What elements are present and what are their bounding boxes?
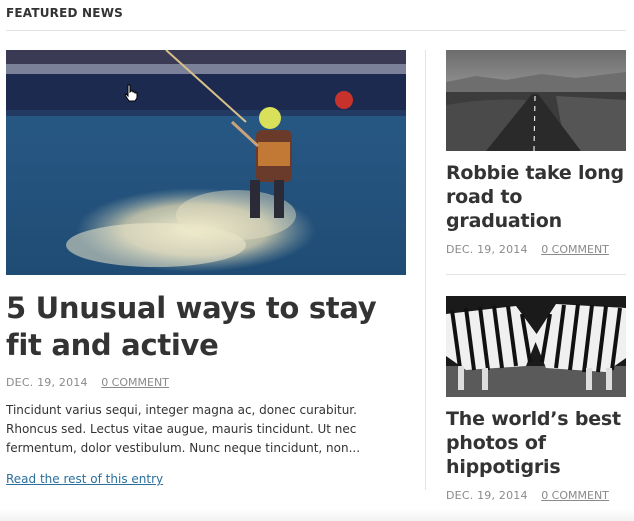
side-article-date: DEC. 19, 2014 xyxy=(446,489,528,502)
read-more-link[interactable]: Read the rest of this entry xyxy=(6,472,163,486)
main-article-title[interactable]: 5 Unusual ways to stay fit and active xyxy=(6,290,406,364)
side-article-comment-link[interactable]: 0 COMMENT xyxy=(541,489,609,502)
side-article-image-zebras[interactable] xyxy=(446,296,626,397)
side-article-meta: DEC. 19, 2014 0 COMMENT xyxy=(446,489,626,502)
main-article: 5 Unusual ways to stay fit and active DE… xyxy=(6,50,406,487)
side-article-meta: DEC. 19, 2014 0 COMMENT xyxy=(446,243,626,256)
main-article-comment-link[interactable]: 0 COMMENT xyxy=(101,376,169,389)
column-divider xyxy=(425,50,426,490)
hand-pointer-icon xyxy=(124,84,138,102)
side-article: Robbie take long road to graduation DEC.… xyxy=(446,50,626,256)
section-title: FEATURED NEWS xyxy=(6,6,123,20)
side-article-separator xyxy=(446,274,626,275)
main-article-image[interactable] xyxy=(6,50,406,275)
side-article-comment-link[interactable]: 0 COMMENT xyxy=(541,243,609,256)
side-article-title[interactable]: The world’s best photos of hippotigris xyxy=(446,407,626,479)
side-article-title[interactable]: Robbie take long road to graduation xyxy=(446,161,626,233)
side-article-image-road[interactable] xyxy=(446,50,626,151)
main-article-date: DEC. 19, 2014 xyxy=(6,376,88,389)
side-article-date: DEC. 19, 2014 xyxy=(446,243,528,256)
side-article: The world’s best photos of hippotigris D… xyxy=(446,296,626,502)
bottom-fade xyxy=(0,509,634,521)
main-article-meta: DEC. 19, 2014 0 COMMENT xyxy=(6,376,406,389)
main-article-excerpt: Tincidunt varius sequi, integer magna ac… xyxy=(6,403,361,455)
featured-news-header: FEATURED NEWS xyxy=(6,0,626,31)
